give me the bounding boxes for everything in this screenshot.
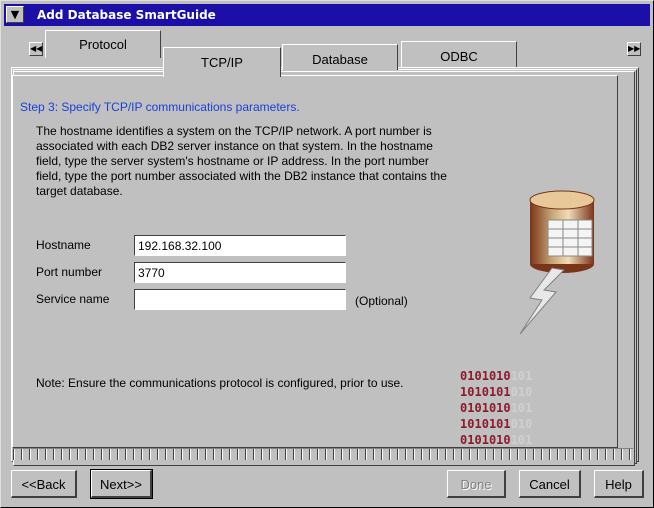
tab-database[interactable]: Database [282,44,398,70]
binary-row: 0101010101 [460,433,532,446]
smartguide-window: ▼ Add Database SmartGuide ◀◀ ▶▶ Protocol… [0,0,654,508]
binary-row: 1010101010 [460,385,532,399]
step-heading: Step 3: Specify TCP/IP communications pa… [20,100,300,114]
notebook-binding [13,448,633,460]
back-button[interactable]: <<Back [11,470,77,498]
next-button[interactable]: Next>> [90,469,153,499]
cancel-button[interactable]: Cancel [519,470,581,498]
service-name-field[interactable] [134,289,346,310]
tab-scroll-left-icon[interactable]: ◀◀ [29,42,43,56]
tab-tcpip[interactable]: TCP/IP [163,47,281,77]
tab-odbc[interactable]: ODBC [401,41,517,67]
binary-row: 0101010101 [460,369,532,383]
binary-row: 1010101010 [460,417,532,431]
optional-label: (Optional) [355,294,408,308]
binary-data-icon: 0101010101 1010101010 0101010101 1010101010… [460,369,532,446]
done-button[interactable]: Done [447,470,506,498]
help-button[interactable]: Help [594,470,644,498]
note-text: Note: Ensure the communications protocol… [36,376,404,390]
system-menu-icon[interactable]: ▼ [6,6,24,23]
binary-row: 0101010101 [460,401,532,415]
tab-protocol[interactable]: Protocol [45,30,161,58]
service-name-label: Service name [36,292,110,306]
window-title: Add Database SmartGuide [37,8,216,22]
lightning-bolt-icon [519,267,566,335]
hostname-field[interactable] [134,235,346,256]
port-number-field[interactable] [134,262,346,283]
description-text: The hostname identifies a system on the … [36,124,447,198]
hostname-label: Hostname [36,238,91,252]
tab-scroll-right-icon[interactable]: ▶▶ [627,42,641,56]
tcpip-page: Step 3: Specify TCP/IP communications pa… [12,75,618,448]
database-cylinder-icon [529,190,595,273]
title-bar[interactable]: ▼ Add Database SmartGuide [4,4,650,26]
database-network-illustration: 0101010101 1010101010 0101010101 1010101010… [460,190,595,446]
port-number-label: Port number [36,265,103,279]
